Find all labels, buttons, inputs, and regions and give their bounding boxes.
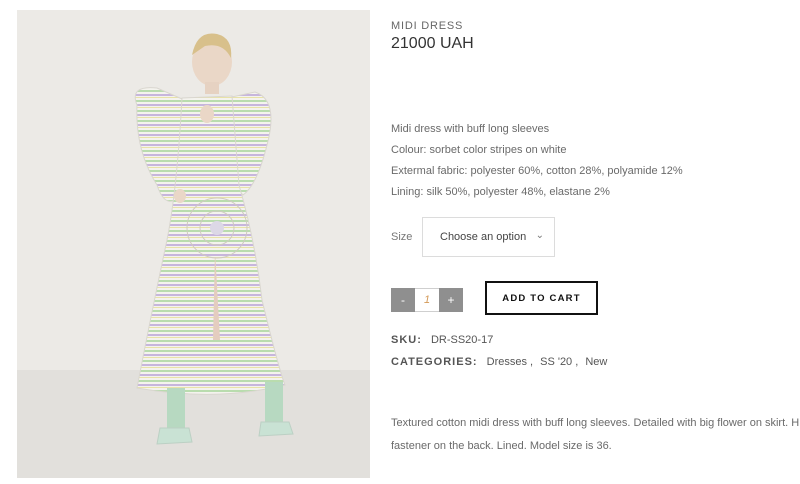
- size-label: Size: [391, 231, 413, 243]
- product-summary: MIDI DRESS 21000 UAH Midi dress with buf…: [391, 0, 800, 484]
- categories-label: CATEGORIES:: [391, 356, 478, 368]
- size-select[interactable]: Choose an option ⌄: [422, 217, 555, 257]
- sku-row: SKU: DR-SS20-17: [391, 334, 493, 346]
- size-select-value: Choose an option: [440, 231, 527, 243]
- categories-row: CATEGORIES: Dresses, SS '20, New: [391, 356, 607, 368]
- long-description-line: Textured cotton midi dress with buff lon…: [391, 417, 800, 429]
- description-line: Colour: sorbet color stripes on white: [391, 144, 567, 156]
- category-separator: ,: [575, 356, 579, 368]
- dress-photo-illustration: [17, 10, 370, 478]
- description-line: Lining: silk 50%, polyester 48%, elastan…: [391, 186, 610, 198]
- sku-label: SKU:: [391, 334, 422, 346]
- quantity-increase-button[interactable]: +: [439, 288, 463, 312]
- quantity-stepper: - 1 +: [391, 288, 463, 312]
- category-link-dresses[interactable]: Dresses: [487, 356, 527, 368]
- long-description: Textured cotton midi dress with buff lon…: [391, 412, 800, 458]
- product-price: 21000 UAH: [391, 35, 474, 52]
- category-link-new[interactable]: New: [585, 356, 607, 368]
- description-line: Extermal fabric: polyester 60%, cotton 2…: [391, 165, 683, 177]
- product-title: MIDI DRESS: [391, 20, 464, 32]
- quantity-decrease-button[interactable]: -: [391, 288, 415, 312]
- chevron-down-icon: ⌄: [535, 230, 544, 241]
- add-to-cart-button[interactable]: ADD TO CART: [485, 281, 598, 315]
- product-image[interactable]: [17, 10, 370, 478]
- sku-value: DR-SS20-17: [430, 334, 494, 346]
- category-separator: ,: [529, 356, 534, 368]
- long-description-line: fastener on the back. Lined. Model size …: [391, 440, 612, 452]
- category-link-ss20[interactable]: SS '20: [540, 356, 572, 368]
- quantity-input[interactable]: 1: [415, 288, 439, 312]
- description-line: Midi dress with buff long sleeves: [391, 123, 550, 135]
- short-description: Midi dress with buff long sleeves Colour…: [391, 119, 683, 203]
